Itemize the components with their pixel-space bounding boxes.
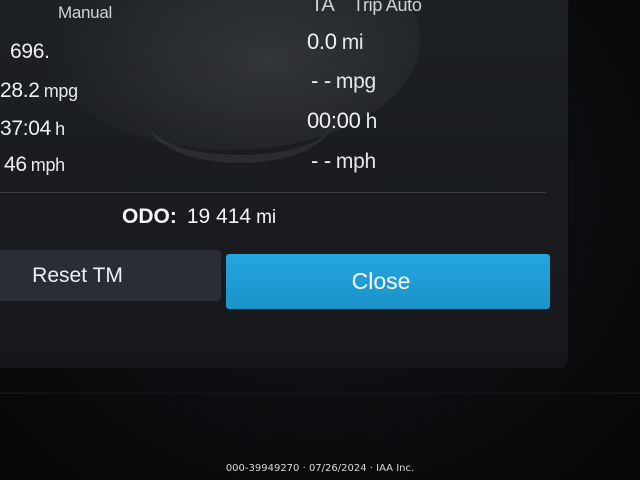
tm-distance-row: 696. bbox=[10, 40, 50, 64]
tm-fuel-economy-unit: mpg bbox=[43, 81, 78, 101]
odometer-value: 19 414 bbox=[186, 205, 252, 228]
tm-fuel-economy-value: 28.2 bbox=[0, 79, 40, 102]
ta-time-value: 00:00 bbox=[307, 108, 361, 133]
trip-manual-header-label: Manual bbox=[58, 3, 112, 22]
tm-fuel-economy-row: 28.2 mpg bbox=[0, 79, 78, 103]
tm-distance-value: 696. bbox=[10, 40, 50, 63]
section-divider bbox=[0, 192, 546, 193]
reset-tm-button[interactable]: Reset TM bbox=[0, 250, 221, 301]
tm-avg-speed-row: 46 mph bbox=[4, 153, 65, 177]
ta-time-row: 00:00 h bbox=[307, 108, 377, 134]
close-button[interactable]: Close bbox=[226, 254, 550, 309]
ta-fuel-economy-value: - - bbox=[311, 68, 331, 93]
trip-auto-header-label: Trip Auto bbox=[352, 0, 422, 15]
tm-time-value: 37:04 bbox=[0, 117, 52, 140]
ta-fuel-economy-row: - - mpg bbox=[311, 68, 376, 94]
trip-auto-tag: TA bbox=[311, 0, 335, 16]
photo-scene: Manual 696. 28.2 mpg 37:04 h 46 mph TA Trip… bbox=[0, 0, 640, 480]
ta-avg-speed-row: - - mph bbox=[311, 148, 376, 174]
tm-time-unit: h bbox=[55, 119, 65, 139]
trip-computer-screen: Manual 696. 28.2 mpg 37:04 h 46 mph TA Trip… bbox=[0, 0, 570, 368]
ta-avg-speed-value: - - bbox=[311, 148, 331, 173]
trip-manual-header: Manual bbox=[34, 3, 112, 23]
ta-distance-value: 0.0 bbox=[307, 29, 337, 54]
tm-avg-speed-value: 46 bbox=[4, 153, 27, 176]
ta-avg-speed-unit: mph bbox=[335, 150, 376, 173]
ta-fuel-economy-unit: mpg bbox=[335, 70, 376, 93]
image-watermark: 000-39949270 · 07/26/2024 · IAA Inc. bbox=[225, 463, 415, 474]
tm-avg-speed-unit: mph bbox=[30, 155, 65, 175]
trip-auto-header: TA Trip Auto bbox=[311, 0, 422, 17]
odometer-unit: mi bbox=[256, 207, 277, 228]
ta-distance-unit: mi bbox=[341, 31, 364, 54]
dashboard-trim bbox=[0, 392, 640, 394]
ta-distance-row: 0.0 mi bbox=[307, 29, 364, 55]
steering-wheel-reflection bbox=[150, 85, 330, 163]
odometer: ODO: 19 414 mi bbox=[122, 205, 276, 229]
odometer-label: ODO: bbox=[122, 205, 177, 228]
ta-time-unit: h bbox=[365, 110, 378, 133]
tm-time-row: 37:04 h bbox=[0, 117, 65, 141]
